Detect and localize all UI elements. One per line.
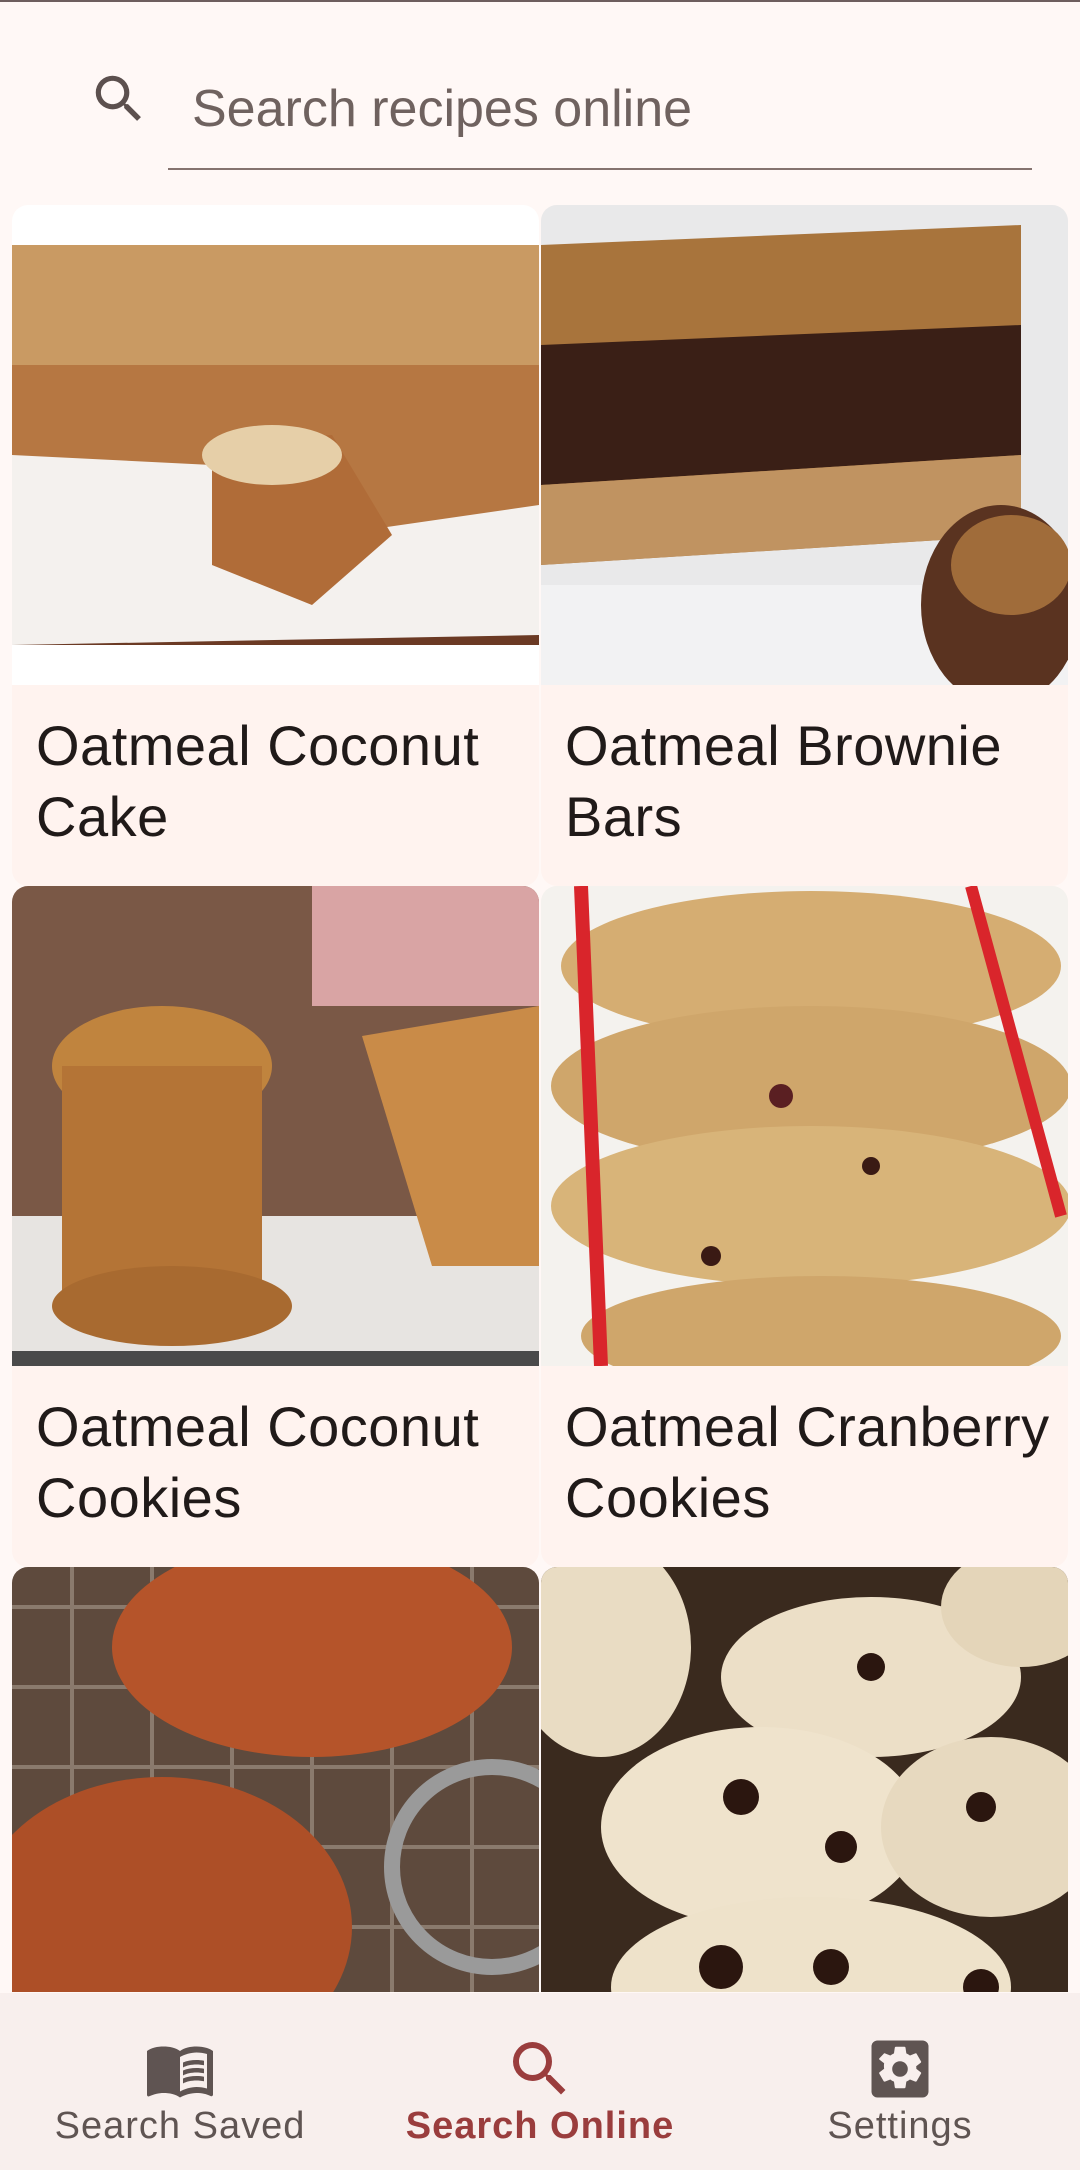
recipe-image — [541, 1567, 1068, 1992]
nav-label: Search Saved — [54, 2105, 306, 2147]
recipe-card[interactable]: Oatmeal Coconut Cake — [12, 205, 539, 886]
recipe-card[interactable]: Oatmeal Brownie Bars — [541, 205, 1068, 886]
recipe-image — [12, 1567, 539, 1992]
recipe-title: Oatmeal Coconut Cake — [36, 714, 480, 848]
recipe-card[interactable] — [12, 1567, 539, 1992]
recipe-title: Oatmeal Coconut Cookies — [36, 1395, 480, 1529]
recipe-image — [12, 205, 539, 685]
nav-item-search-online[interactable]: Search Online — [360, 1993, 720, 2170]
search-icon[interactable] — [88, 68, 150, 130]
book-icon — [147, 2046, 213, 2098]
recipe-card[interactable] — [541, 1567, 1068, 1992]
recipe-image — [12, 886, 539, 1366]
nav-item-settings[interactable]: Settings — [720, 1993, 1080, 2170]
recipe-title: Oatmeal Brownie Bars — [565, 714, 1003, 848]
bottom-navigation: Search Saved Search Online Settings — [0, 1993, 1080, 2170]
search-input[interactable] — [168, 50, 1032, 170]
recipe-image — [541, 205, 1068, 685]
recipe-card[interactable]: Oatmeal Coconut Cookies — [12, 886, 539, 1567]
recipe-title: Oatmeal Cranberry Cookies — [565, 1395, 1050, 1529]
nav-label: Settings — [827, 2105, 973, 2147]
gear-icon — [871, 2040, 929, 2098]
search-bar — [0, 2, 1080, 198]
search-icon — [513, 2042, 566, 2095]
recipe-image — [541, 886, 1068, 1366]
nav-label: Search Online — [405, 2105, 675, 2147]
recipe-card[interactable]: Oatmeal Cranberry Cookies — [541, 886, 1068, 1567]
recipe-grid: Oatmeal Coconut Cake Oatmeal Brownie Bar… — [12, 205, 1068, 1992]
nav-item-search-saved[interactable]: Search Saved — [0, 1993, 360, 2170]
